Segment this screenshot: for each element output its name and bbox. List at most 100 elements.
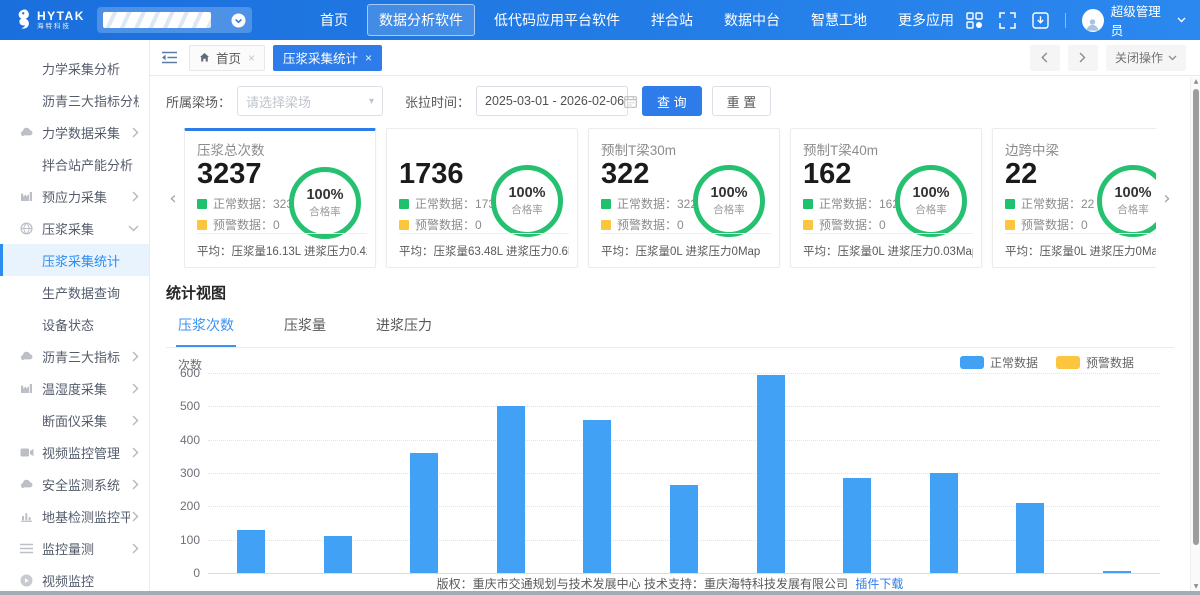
carousel-prev-icon[interactable]: ‹ bbox=[166, 188, 180, 209]
pass-rate-value: 100% bbox=[306, 187, 343, 203]
normal-data-value: 正常数据：162 bbox=[819, 195, 899, 212]
fullscreen-icon[interactable] bbox=[999, 12, 1016, 29]
stats-tabs: 压浆次数 压浆量 进浆压力 bbox=[166, 305, 1174, 348]
sidebar-item-4[interactable]: 拌合站产能分析 bbox=[0, 148, 149, 180]
sidebar-item-12[interactable]: 断面仪采集 bbox=[0, 404, 149, 436]
stat-card-5[interactable]: 边跨中梁22正常数据：22预警数据：0100%合格率平均：压浆量0L 进浆压力0… bbox=[992, 128, 1156, 268]
plugin-download-link[interactable]: 插件下载 bbox=[855, 577, 903, 591]
stats-view-title: 统计视图 bbox=[166, 282, 1174, 303]
gridline bbox=[208, 440, 1160, 441]
chart-bar-9[interactable] bbox=[930, 473, 958, 573]
topnav-item-4[interactable]: 拌合站 bbox=[639, 4, 705, 36]
sidebar-item-9[interactable]: 设备状态 bbox=[0, 308, 149, 340]
chart-bar-6[interactable] bbox=[670, 485, 698, 573]
vertical-scrollbar[interactable]: ▲ ▼ bbox=[1190, 77, 1200, 591]
topnav-item-3[interactable]: 低代码应用平台软件 bbox=[482, 4, 632, 36]
sidebar-item-label: 地基检测监控平台 bbox=[42, 507, 130, 526]
circle-arrow-icon[interactable] bbox=[231, 13, 246, 28]
horizontal-scrollbar[interactable] bbox=[0, 591, 1200, 595]
main-content: 所属梁场： 请选择梁场 ▾ 张拉时间： 2025-03-01 - 2026-02… bbox=[150, 76, 1190, 595]
download-icon[interactable] bbox=[1032, 12, 1049, 29]
tabs-next-button[interactable] bbox=[1068, 45, 1098, 71]
tabs-prev-button[interactable] bbox=[1030, 45, 1060, 71]
chart-bar-8[interactable] bbox=[843, 478, 871, 573]
legend-item-2[interactable]: 预警数据 bbox=[1056, 354, 1134, 371]
sidebar-item-label: 压浆采集统计 bbox=[42, 251, 139, 270]
app-root: HYTAK 海特科技 首页数据分析软件低代码应用平台软件拌合站数据中台智慧工地更… bbox=[0, 0, 1200, 595]
user-name: 超级管理员 bbox=[1111, 1, 1170, 39]
collapse-sidebar-icon[interactable] bbox=[162, 51, 177, 64]
topnav-item-6[interactable]: 智慧工地 bbox=[799, 4, 879, 36]
carousel-next-icon[interactable]: › bbox=[1160, 188, 1174, 209]
close-tab-icon[interactable]: × bbox=[365, 51, 372, 65]
y-tick-label: 500 bbox=[168, 399, 200, 413]
vertical-scrollbar-thumb[interactable] bbox=[1193, 89, 1199, 545]
beam-yard-placeholder: 请选择梁场 bbox=[246, 92, 311, 111]
topnav-item-2[interactable]: 数据分析软件 bbox=[367, 4, 475, 36]
normal-data-swatch bbox=[197, 199, 207, 209]
scroll-down-icon[interactable]: ▼ bbox=[1191, 583, 1200, 590]
page-tab-2[interactable]: 压浆采集统计× bbox=[273, 45, 382, 71]
pass-rate-ring: 100%合格率 bbox=[491, 165, 563, 237]
stat-card-1[interactable]: 压浆总次数3237正常数据：3237预警数据：0100%合格率平均：压浆量16.… bbox=[184, 128, 376, 268]
sidebar-item-13[interactable]: 视频监控管理 bbox=[0, 436, 149, 468]
sidebar-item-16[interactable]: 监控量测 bbox=[0, 532, 149, 564]
chart-bar-5[interactable] bbox=[583, 420, 611, 573]
topnav-item-5[interactable]: 数据中台 bbox=[712, 4, 792, 36]
stat-card-3[interactable]: 预制T梁30m322正常数据：322预警数据：0100%合格率平均：压浆量0L … bbox=[588, 128, 780, 268]
topnav-item-1[interactable]: 首页 bbox=[308, 4, 360, 36]
sidebar-item-6[interactable]: 压浆采集 bbox=[0, 212, 149, 244]
pass-rate-ring: 100%合格率 bbox=[895, 165, 967, 237]
beam-yard-select[interactable]: 请选择梁场 ▾ bbox=[237, 86, 383, 116]
sidebar-item-3[interactable]: 力学数据采集 bbox=[0, 116, 149, 148]
sidebar-item-7[interactable]: 压浆采集统计 bbox=[0, 244, 149, 276]
topnav-item-7[interactable]: 更多应用 bbox=[886, 4, 966, 36]
sidebar-item-label: 设备状态 bbox=[42, 315, 139, 334]
sidebar-item-label: 预应力采集 bbox=[42, 187, 130, 206]
sidebar-item-11[interactable]: 温湿度采集 bbox=[0, 372, 149, 404]
sidebar-item-2[interactable]: 沥青三大指标分析 bbox=[0, 84, 149, 116]
stats-tab-1[interactable]: 压浆次数 bbox=[176, 305, 236, 347]
tension-date-range-input[interactable]: 2025-03-01 - 2026-02-06 bbox=[476, 86, 628, 116]
project-selector[interactable] bbox=[97, 7, 252, 33]
apps-grid-icon[interactable] bbox=[966, 12, 983, 29]
sidebar-item-5[interactable]: 预应力采集 bbox=[0, 180, 149, 212]
topbar: HYTAK 海特科技 首页数据分析软件低代码应用平台软件拌合站数据中台智慧工地更… bbox=[0, 0, 1200, 40]
gridline bbox=[208, 473, 1160, 474]
sidebar-item-14[interactable]: 安全监测系统 bbox=[0, 468, 149, 500]
stats-tab-3[interactable]: 进浆压力 bbox=[374, 305, 434, 347]
warning-data-swatch bbox=[197, 220, 207, 230]
chart-legend: 正常数据 预警数据 bbox=[960, 354, 1134, 371]
stat-card-title bbox=[399, 139, 565, 157]
scroll-up-icon[interactable]: ▲ bbox=[1191, 78, 1200, 85]
reset-button[interactable]: 重 置 bbox=[712, 86, 772, 116]
close-operations-button[interactable]: 关闭操作 bbox=[1106, 45, 1186, 71]
chart-bar-10[interactable] bbox=[1016, 503, 1044, 573]
stats-tab-2[interactable]: 压浆量 bbox=[282, 305, 328, 347]
legend-item-1[interactable]: 正常数据 bbox=[960, 354, 1038, 371]
chart-bar-11[interactable] bbox=[1103, 571, 1131, 573]
user-menu[interactable]: 超级管理员 bbox=[1082, 1, 1186, 39]
close-operations-label: 关闭操作 bbox=[1115, 49, 1163, 66]
stat-card-title: 边跨中梁 bbox=[1005, 139, 1156, 157]
warning-data-value: 预警数据：0 bbox=[617, 216, 684, 233]
stat-cards-carousel: ‹ 压浆总次数3237正常数据：3237预警数据：0100%合格率平均：压浆量1… bbox=[166, 128, 1174, 268]
sidebar-item-8[interactable]: 生产数据查询 bbox=[0, 276, 149, 308]
chart-bar-1[interactable] bbox=[237, 530, 265, 573]
sidebar-item-15[interactable]: 地基检测监控平台 bbox=[0, 500, 149, 532]
close-tab-icon[interactable]: × bbox=[248, 51, 255, 65]
stat-card-4[interactable]: 预制T梁40m162正常数据：162预警数据：0100%合格率平均：压浆量0L … bbox=[790, 128, 982, 268]
page-tab-1[interactable]: 首页× bbox=[189, 45, 265, 71]
stat-card-2[interactable]: 1736正常数据：1736预警数据：0100%合格率平均：压浆量63.48L 进… bbox=[386, 128, 578, 268]
chart-bar-4[interactable] bbox=[497, 406, 525, 573]
content-column: 首页×压浆采集统计× 关闭操作 所属梁场： 请选择梁场 bbox=[150, 40, 1200, 595]
chart-bar-2[interactable] bbox=[324, 536, 352, 573]
warning-data-swatch bbox=[803, 220, 813, 230]
chart-bar-7[interactable] bbox=[757, 375, 785, 573]
home-icon bbox=[199, 52, 210, 63]
chart-bar-3[interactable] bbox=[410, 453, 438, 573]
sidebar-item-1[interactable]: 力学采集分析 bbox=[0, 52, 149, 84]
query-button[interactable]: 查 询 bbox=[642, 86, 702, 116]
chart-icon bbox=[20, 510, 42, 522]
sidebar-item-10[interactable]: 沥青三大指标 bbox=[0, 340, 149, 372]
